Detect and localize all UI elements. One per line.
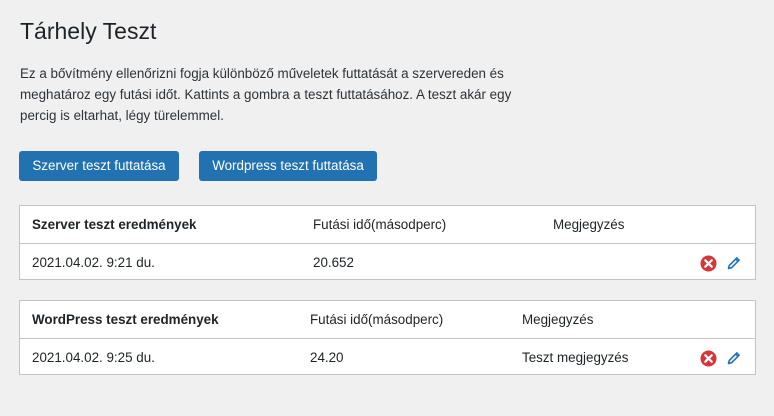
edit-icon[interactable] (725, 254, 743, 272)
table-row: 2021.04.02. 9:21 du. 20.652 (20, 244, 755, 281)
column-header-runtime: Futási idő(másodperc) (313, 217, 447, 232)
column-header-runtime: Futási idő(másodperc) (310, 312, 444, 327)
column-header-note: Megjegyzés (522, 312, 594, 327)
server-results-table: Szerver teszt eredmények Futási idő(máso… (19, 205, 756, 280)
result-runtime: 24.20 (310, 350, 344, 365)
run-server-test-button[interactable]: Szerver teszt futtatása (19, 151, 179, 181)
result-date: 2021.04.02. 9:25 du. (32, 350, 155, 365)
table-header: Szerver teszt eredmények Futási idő(máso… (20, 206, 755, 244)
row-actions (699, 349, 743, 367)
page-title: Tárhely Teszt (20, 18, 157, 44)
result-note: Teszt megjegyzés (522, 350, 629, 365)
result-runtime: 20.652 (313, 255, 354, 270)
table-row: 2021.04.02. 9:25 du. 24.20 Teszt megjegy… (20, 339, 755, 376)
result-date: 2021.04.02. 9:21 du. (32, 255, 155, 270)
delete-icon[interactable] (699, 254, 717, 272)
column-header-note: Megjegyzés (553, 217, 625, 232)
edit-icon[interactable] (725, 349, 743, 367)
column-header-results: Szerver teszt eredmények (32, 217, 197, 232)
wordpress-results-table: WordPress teszt eredmények Futási idő(má… (19, 300, 756, 375)
column-header-results: WordPress teszt eredmények (32, 312, 219, 327)
intro-text: Ez a bővítmény ellenőrizni fogja különbö… (20, 66, 512, 123)
table-header: WordPress teszt eredmények Futási idő(má… (20, 301, 755, 339)
run-wordpress-test-button[interactable]: Wordpress teszt futtatása (199, 151, 377, 181)
row-actions (699, 254, 743, 272)
delete-icon[interactable] (699, 349, 717, 367)
